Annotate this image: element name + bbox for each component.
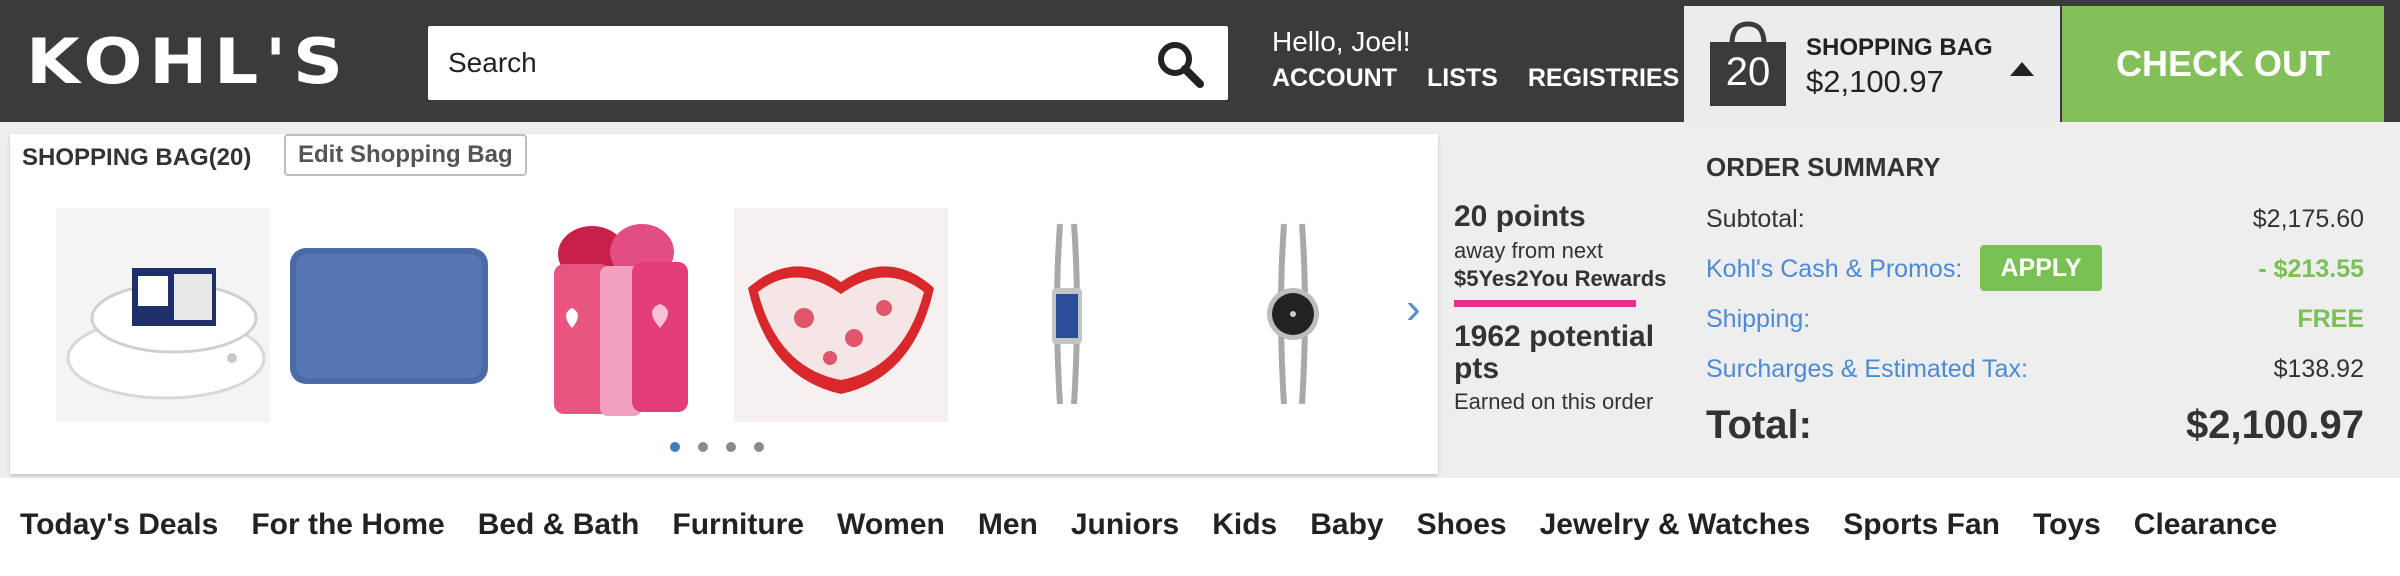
caret-up-icon	[2010, 62, 2034, 76]
order-summary: ORDER SUMMARY Subtotal: $2,175.60 Kohl's…	[1706, 152, 2364, 455]
category-nav: Today's Deals For the Home Bed & Bath Fu…	[0, 508, 2400, 558]
earned-text: Earned on this order	[1454, 389, 1654, 414]
bag-amount: $2,100.97	[1806, 64, 1944, 99]
shipping-row: Shipping: FREE	[1706, 295, 2364, 345]
registries-link[interactable]: REGISTRIES	[1528, 64, 1679, 93]
account-link[interactable]: ACCOUNT	[1272, 64, 1397, 93]
total-value: $2,100.97	[2186, 403, 2364, 447]
subtotal-value: $2,175.60	[2252, 205, 2364, 233]
nav-furniture[interactable]: Furniture	[672, 508, 804, 558]
subtotal-label: Subtotal:	[1706, 205, 1805, 233]
checkout-button[interactable]: CHECK OUT	[2062, 6, 2384, 122]
order-summary-title: ORDER SUMMARY	[1706, 152, 1941, 182]
product-thumb-round-watch[interactable]	[1186, 208, 1400, 422]
tax-row: Surcharges & Estimated Tax: $138.92	[1706, 345, 2364, 395]
shipping-link[interactable]: Shipping:	[1706, 305, 1810, 334]
rewards-points: 20 points	[1454, 200, 1586, 233]
potential-points: 1962 potential pts	[1454, 320, 1655, 385]
subtotal-row: Subtotal: $2,175.60	[1706, 195, 2364, 245]
nav-men[interactable]: Men	[978, 508, 1038, 558]
account-links: ACCOUNT LISTS REGISTRIES	[1272, 64, 1679, 93]
product-thumb-pillow[interactable]	[56, 208, 270, 422]
product-thumb-heart-bowl[interactable]	[734, 208, 948, 422]
nav-todays-deals[interactable]: Today's Deals	[20, 508, 218, 558]
chevron-right-icon[interactable]: ›	[1406, 284, 1421, 334]
apply-button[interactable]: APPLY	[1980, 245, 2102, 291]
greeting: Hello, Joel!	[1272, 26, 1411, 57]
nav-kids[interactable]: Kids	[1212, 508, 1277, 558]
shopping-bag-preview: SHOPPING BAG(20) Edit Shopping Bag ›	[10, 134, 1438, 474]
bag-count: 20	[1725, 50, 1771, 94]
search-box	[428, 26, 1228, 100]
bag-preview-title: SHOPPING BAG(20)	[22, 144, 252, 171]
rewards-name: $5Yes2You Rewards	[1454, 266, 1667, 291]
total-row: Total: $2,100.97	[1706, 395, 2364, 455]
kohls-cash-row: Kohl's Cash & Promos: APPLY - $213.55	[1706, 245, 2364, 295]
product-thumb-rectangular-watch[interactable]	[960, 208, 1174, 422]
nav-baby[interactable]: Baby	[1310, 508, 1383, 558]
carousel-dot-1[interactable]	[670, 442, 680, 452]
shipping-value: FREE	[2297, 305, 2364, 333]
carousel-pagination	[670, 442, 764, 452]
kohls-cash-link[interactable]: Kohl's Cash & Promos:	[1706, 255, 1962, 284]
nav-bed-bath[interactable]: Bed & Bath	[478, 508, 640, 558]
nav-jewelry-watches[interactable]: Jewelry & Watches	[1540, 508, 1811, 558]
total-label: Total:	[1706, 403, 1812, 447]
carousel-dot-3[interactable]	[726, 442, 736, 452]
rewards-progress-bar	[1454, 300, 1636, 307]
kohls-logo[interactable]: KOHL'S	[26, 31, 429, 93]
shopping-bag-toggle[interactable]: 20 SHOPPING BAG $2,100.97	[1684, 6, 2060, 122]
edit-shopping-bag-button[interactable]: Edit Shopping Bag	[284, 134, 527, 176]
rewards-panel: 20 points away from next $5Yes2You Rewar…	[1454, 200, 1684, 415]
tax-link[interactable]: Surcharges & Estimated Tax:	[1706, 355, 2028, 384]
nav-for-the-home[interactable]: For the Home	[251, 508, 444, 558]
rewards-away-text: away from next	[1454, 238, 1604, 263]
nav-juniors[interactable]: Juniors	[1071, 508, 1179, 558]
carousel-dot-2[interactable]	[698, 442, 708, 452]
tax-value: $138.92	[2273, 355, 2364, 383]
nav-women[interactable]: Women	[837, 508, 945, 558]
bag-title: SHOPPING BAG	[1806, 34, 1993, 61]
nav-clearance[interactable]: Clearance	[2134, 508, 2277, 558]
nav-sports-fan[interactable]: Sports Fan	[1843, 508, 2000, 558]
product-thumb-bath-rug[interactable]	[282, 208, 496, 422]
search-icon[interactable]	[1154, 38, 1206, 90]
lists-link[interactable]: LISTS	[1427, 64, 1498, 93]
search-input[interactable]	[428, 26, 1128, 100]
carousel-dot-4[interactable]	[754, 442, 764, 452]
nav-toys[interactable]: Toys	[2033, 508, 2101, 558]
kohls-cash-value: - $213.55	[2258, 255, 2364, 283]
nav-shoes[interactable]: Shoes	[1417, 508, 1507, 558]
product-thumb-towel-set[interactable]	[508, 208, 722, 422]
